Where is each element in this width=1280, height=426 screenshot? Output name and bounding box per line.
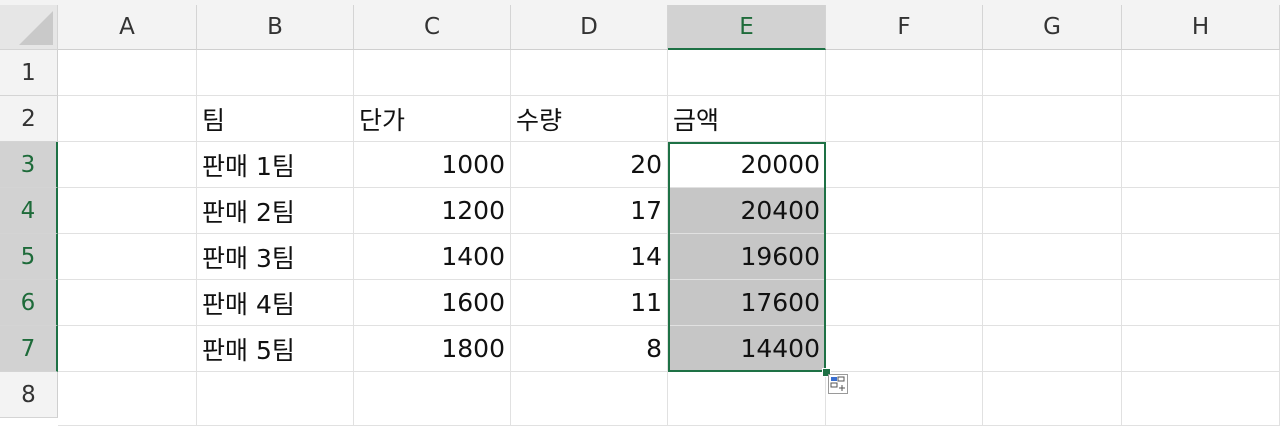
row-header-4[interactable]: 4	[0, 188, 58, 234]
row-header-2[interactable]: 2	[0, 96, 58, 142]
cell-g5[interactable]	[983, 234, 1122, 280]
cell-g3[interactable]	[983, 142, 1122, 188]
cell-a3[interactable]	[58, 142, 197, 188]
column-header-h[interactable]: H	[1122, 5, 1280, 50]
column-header-a[interactable]: A	[58, 5, 197, 50]
cell-h2[interactable]	[1122, 96, 1280, 142]
cell-d4-quantity[interactable]: 17	[511, 188, 668, 234]
cell-e2-header-amount[interactable]: 금액	[668, 96, 826, 142]
cell-f1[interactable]	[826, 50, 983, 96]
cell-e3-amount-active[interactable]: 20000	[668, 142, 826, 188]
cell-d6-quantity[interactable]: 11	[511, 280, 668, 326]
spreadsheet: A B C D E F G H 1 2 3 4 5 6 7 8 팀 단가 수량 …	[0, 0, 1280, 426]
row-header-1[interactable]: 1	[0, 50, 58, 96]
cell-b3-team[interactable]: 판매 1팀	[197, 142, 354, 188]
column-header-b[interactable]: B	[197, 5, 354, 50]
cell-d7-quantity[interactable]: 8	[511, 326, 668, 372]
cell-b6-team[interactable]: 판매 4팀	[197, 280, 354, 326]
cell-g1[interactable]	[983, 50, 1122, 96]
cell-c7-unit-price[interactable]: 1800	[354, 326, 511, 372]
cell-d5-quantity[interactable]: 14	[511, 234, 668, 280]
cell-b7-team[interactable]: 판매 5팀	[197, 326, 354, 372]
cell-c3-unit-price[interactable]: 1000	[354, 142, 511, 188]
cell-f5[interactable]	[826, 234, 983, 280]
cell-d1[interactable]	[511, 50, 668, 96]
cell-b1[interactable]	[197, 50, 354, 96]
cell-c4-unit-price[interactable]: 1200	[354, 188, 511, 234]
cell-e1[interactable]	[668, 50, 826, 96]
row-header-6[interactable]: 6	[0, 280, 58, 326]
column-header-d[interactable]: D	[511, 5, 668, 50]
row-header-7[interactable]: 7	[0, 326, 58, 372]
cell-d3-quantity[interactable]: 20	[511, 142, 668, 188]
cell-b2-header-team[interactable]: 팀	[197, 96, 354, 142]
cell-f6[interactable]	[826, 280, 983, 326]
cell-e4-amount[interactable]: 20400	[668, 188, 826, 234]
cell-e7-amount[interactable]: 14400	[668, 326, 826, 372]
cell-a8[interactable]	[58, 372, 197, 426]
cell-c5-unit-price[interactable]: 1400	[354, 234, 511, 280]
cell-b4-team[interactable]: 판매 2팀	[197, 188, 354, 234]
cell-e6-amount[interactable]: 17600	[668, 280, 826, 326]
cell-g6[interactable]	[983, 280, 1122, 326]
select-all-triangle-icon	[19, 11, 53, 45]
cell-h6[interactable]	[1122, 280, 1280, 326]
cell-f2[interactable]	[826, 96, 983, 142]
cell-a1[interactable]	[58, 50, 197, 96]
cell-c1[interactable]	[354, 50, 511, 96]
cell-g8[interactable]	[983, 372, 1122, 426]
cell-e5-amount[interactable]: 19600	[668, 234, 826, 280]
cell-d8[interactable]	[511, 372, 668, 426]
column-header-f[interactable]: F	[826, 5, 983, 50]
cell-g2[interactable]	[983, 96, 1122, 142]
cell-f7[interactable]	[826, 326, 983, 372]
column-header-c[interactable]: C	[354, 5, 511, 50]
cell-e8[interactable]	[668, 372, 826, 426]
cell-h8[interactable]	[1122, 372, 1280, 426]
row-header-5[interactable]: 5	[0, 234, 58, 280]
cell-f3[interactable]	[826, 142, 983, 188]
cell-f4[interactable]	[826, 188, 983, 234]
cell-h5[interactable]	[1122, 234, 1280, 280]
quick-analysis-button[interactable]	[828, 374, 848, 394]
cell-g4[interactable]	[983, 188, 1122, 234]
quick-analysis-icon	[830, 376, 845, 391]
cell-a7[interactable]	[58, 326, 197, 372]
cell-f8[interactable]	[826, 372, 983, 426]
cell-a5[interactable]	[58, 234, 197, 280]
column-header-e[interactable]: E	[668, 5, 826, 50]
cell-d2-header-quantity[interactable]: 수량	[511, 96, 668, 142]
cell-h7[interactable]	[1122, 326, 1280, 372]
cell-a4[interactable]	[58, 188, 197, 234]
cell-h4[interactable]	[1122, 188, 1280, 234]
row-header-3[interactable]: 3	[0, 142, 58, 188]
select-all-button[interactable]	[0, 5, 58, 50]
cell-c2-header-unit-price[interactable]: 단가	[354, 96, 511, 142]
cell-c8[interactable]	[354, 372, 511, 426]
cell-h1[interactable]	[1122, 50, 1280, 96]
cell-h3[interactable]	[1122, 142, 1280, 188]
cell-c6-unit-price[interactable]: 1600	[354, 280, 511, 326]
row-header-8[interactable]: 8	[0, 372, 58, 418]
cell-b5-team[interactable]: 판매 3팀	[197, 234, 354, 280]
cell-b8[interactable]	[197, 372, 354, 426]
cell-a6[interactable]	[58, 280, 197, 326]
cell-a2[interactable]	[58, 96, 197, 142]
cell-g7[interactable]	[983, 326, 1122, 372]
column-header-g[interactable]: G	[983, 5, 1122, 50]
